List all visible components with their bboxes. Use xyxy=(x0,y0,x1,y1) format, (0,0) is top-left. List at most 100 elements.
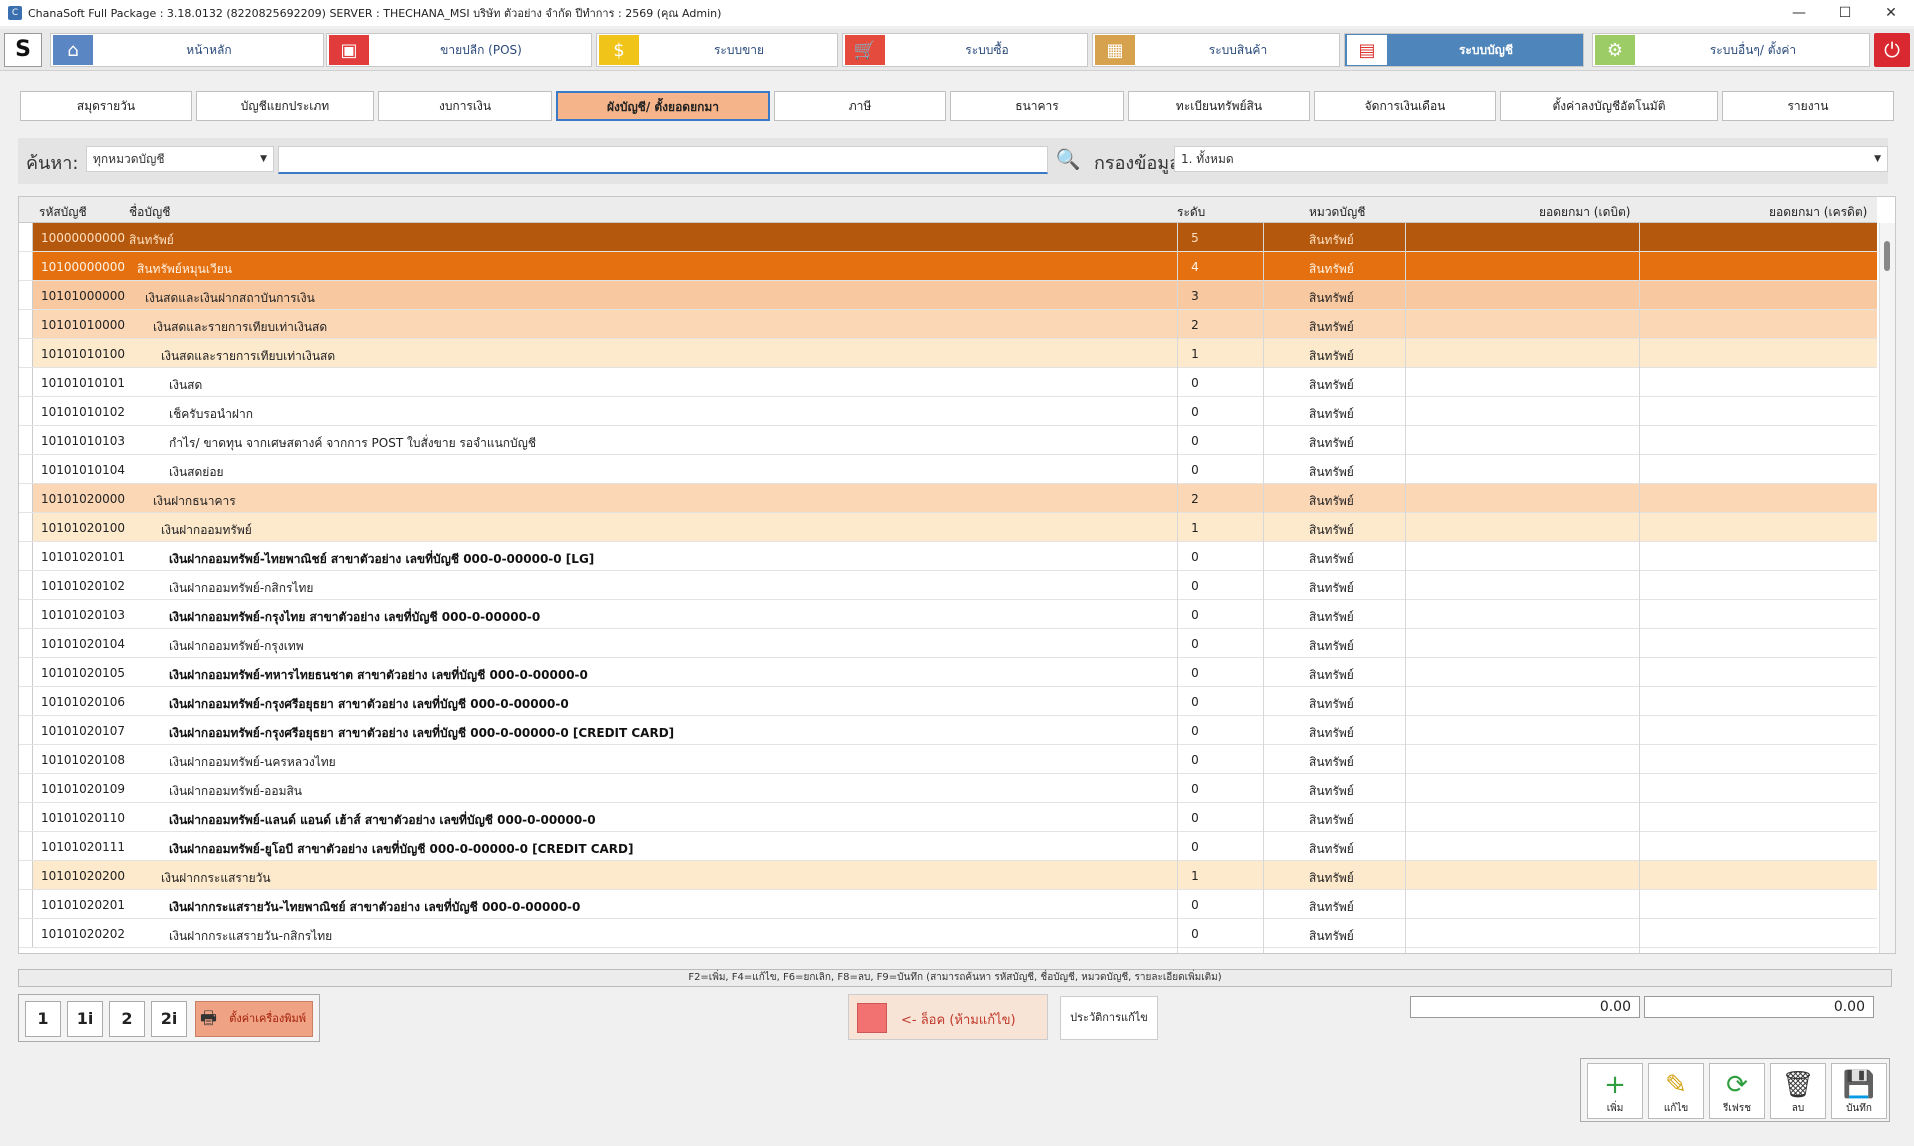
row-selector[interactable] xyxy=(19,339,33,367)
row-selector[interactable] xyxy=(19,223,33,251)
row-selector[interactable] xyxy=(19,687,33,715)
tab-7[interactable]: ทะเบียนทรัพย์สิน xyxy=(1128,91,1310,121)
table-row[interactable]: 10101020107 เงินฝากออมทรัพย์-กรุงศรีอยุธย… xyxy=(19,716,1877,745)
action-button-5[interactable]: 💾 บันทึก xyxy=(1831,1063,1887,1119)
print-preview-1-button[interactable]: 1i xyxy=(67,1001,103,1037)
header-category[interactable]: หมวดบัญชี xyxy=(1309,203,1365,222)
header-debit[interactable]: ยอดยกมา (เดบิต) xyxy=(1539,203,1630,222)
row-selector[interactable] xyxy=(19,774,33,802)
close-button[interactable]: ✕ xyxy=(1868,0,1914,26)
print-preview-2-button[interactable]: 2i xyxy=(151,1001,187,1037)
table-row[interactable]: 10101020110 เงินฝากออมทรัพย์-แลนด์ แอนด์ … xyxy=(19,803,1877,832)
row-selector[interactable] xyxy=(19,542,33,570)
table-row[interactable]: 10101020104 เงินฝากออมทรัพย์-กรุงเทพ 0 สินท… xyxy=(19,629,1877,658)
vertical-scrollbar[interactable] xyxy=(1879,223,1895,953)
menu-item-4[interactable]: 🛒 ระบบซื้อ xyxy=(842,33,1088,67)
table-row[interactable]: 10101010100 เงินสดและรายการเทียบเท่าเงินส… xyxy=(19,339,1877,368)
row-selector[interactable] xyxy=(19,426,33,454)
table-row[interactable]: 10101020102 เงินฝากออมทรัพย์-กสิกรไทย 0 สิน… xyxy=(19,571,1877,600)
tab-6[interactable]: ธนาคาร xyxy=(950,91,1124,121)
header-code[interactable]: รหัสบัญชี xyxy=(39,203,87,222)
account-level: 0 xyxy=(1191,405,1199,419)
action-button-4[interactable]: 🗑 ลบ xyxy=(1770,1063,1826,1119)
table-row[interactable]: 10000000000 สินทรัพย์ 5 สินทรัพย์ xyxy=(19,223,1877,252)
row-selector[interactable] xyxy=(19,803,33,831)
row-selector[interactable] xyxy=(19,252,33,280)
search-icon[interactable]: 🔍 xyxy=(1054,144,1082,174)
table-row[interactable]: 10101020108 เงินฝากออมทรัพย์-นครหลวงไทย 0 ส… xyxy=(19,745,1877,774)
row-selector[interactable] xyxy=(19,716,33,744)
tab-9[interactable]: ตั้งค่าลงบัญชีอัตโนมัติ xyxy=(1500,91,1718,121)
menu-item-6[interactable]: ▤ ระบบบัญชี xyxy=(1344,33,1584,67)
table-row[interactable]: 10101020105 เงินฝากออมทรัพย์-ทหารไทยธนชาต… xyxy=(19,658,1877,687)
table-row[interactable]: 10101020111 เงินฝากออมทรัพย์-ยูโอบี สาขาต… xyxy=(19,832,1877,861)
filter-select[interactable]: 1. ทั้งหมด ▼ xyxy=(1174,146,1888,172)
row-selector[interactable] xyxy=(19,281,33,309)
maximize-button[interactable]: ☐ xyxy=(1822,0,1868,26)
table-row[interactable]: 10101020106 เงินฝากออมทรัพย์-กรุงศรีอยุธย… xyxy=(19,687,1877,716)
print-1-button[interactable]: 1 xyxy=(25,1001,61,1037)
table-row[interactable]: 10100000000 สินทรัพย์หมุนเวียน 4 สินทรัพย์ xyxy=(19,252,1877,281)
print-2-button[interactable]: 2 xyxy=(109,1001,145,1037)
menu-item-2[interactable]: ▣ ขายปลีก (POS) xyxy=(326,33,592,67)
table-row[interactable]: 10101020200 เงินฝากกระแสรายวัน 1 สินทรัพย์ xyxy=(19,861,1877,890)
account-code: 10101010103 xyxy=(41,434,125,448)
table-row[interactable]: 10101010104 เงินสดย่อย 0 สินทรัพย์ xyxy=(19,455,1877,484)
table-row[interactable]: 10101020201 เงินฝากกระแสรายวัน-ไทยพาณิชย์… xyxy=(19,890,1877,919)
tab-4[interactable]: ผังบัญชี/ ตั้งยอดยกมา xyxy=(556,91,770,121)
table-row[interactable]: 10101000000 เงินสดและเงินฝากสถาบันการเงิน… xyxy=(19,281,1877,310)
table-row[interactable]: 10101010101 เงินสด 0 สินทรัพย์ xyxy=(19,368,1877,397)
row-selector[interactable] xyxy=(19,600,33,628)
tab-1[interactable]: สมุดรายวัน xyxy=(20,91,192,121)
row-selector[interactable] xyxy=(19,368,33,396)
menu-item-5[interactable]: ▦ ระบบสินค้า xyxy=(1092,33,1340,67)
row-selector[interactable] xyxy=(19,513,33,541)
scrollbar-thumb[interactable] xyxy=(1884,241,1890,271)
table-row[interactable]: 10101010102 เช็ครับรอนำฝาก 0 สินทรัพย์ xyxy=(19,397,1877,426)
table-row[interactable]: 10101020202 เงินฝากกระแสรายวัน-กสิกรไทย 0 ส… xyxy=(19,919,1877,948)
row-selector[interactable] xyxy=(19,571,33,599)
table-row[interactable]: 10101020101 เงินฝากออมทรัพย์-ไทยพาณิชย์ ส… xyxy=(19,542,1877,571)
action-button-3[interactable]: ⟳ รีเฟรช xyxy=(1709,1063,1765,1119)
chanasoft-logo-icon[interactable]: S xyxy=(4,33,42,67)
row-selector[interactable] xyxy=(19,310,33,338)
tab-8[interactable]: จัดการเงินเดือน xyxy=(1314,91,1496,121)
row-selector[interactable] xyxy=(19,484,33,512)
table-row[interactable]: 10101020103 เงินฝากออมทรัพย์-กรุงไทย สาขา… xyxy=(19,600,1877,629)
table-row[interactable]: 10101020109 เงินฝากออมทรัพย์-ออมสิน 0 สินทร… xyxy=(19,774,1877,803)
menu-item-3[interactable]: $ ระบบขาย xyxy=(596,33,838,67)
tab-3[interactable]: งบการเงิน xyxy=(378,91,552,121)
menu-item-1[interactable]: ⌂ หน้าหลัก xyxy=(50,33,324,67)
header-name[interactable]: ชื่อบัญชี xyxy=(129,203,170,222)
lock-checkbox[interactable] xyxy=(857,1003,887,1033)
tab-10[interactable]: รายงาน xyxy=(1722,91,1894,121)
row-selector[interactable] xyxy=(19,832,33,860)
action-button-2[interactable]: ✎ แก้ไข xyxy=(1648,1063,1704,1119)
minimize-button[interactable]: — xyxy=(1776,0,1822,26)
row-selector[interactable] xyxy=(19,861,33,889)
table-row[interactable]: 10101020000 เงินฝากธนาคาร 2 สินทรัพย์ xyxy=(19,484,1877,513)
tab-2[interactable]: บัญชีแยกประเภท xyxy=(196,91,374,121)
header-level[interactable]: ระดับ xyxy=(1177,203,1205,222)
row-selector[interactable] xyxy=(19,397,33,425)
menu-item-7[interactable]: ⚙ ระบบอื่นๆ/ ตั้งค่า xyxy=(1592,33,1870,67)
tab-5[interactable]: ภาษี xyxy=(774,91,946,121)
row-selector[interactable] xyxy=(19,658,33,686)
action-button-1[interactable]: + เพิ่ม xyxy=(1587,1063,1643,1119)
row-selector[interactable] xyxy=(19,919,33,947)
category-select[interactable]: ทุกหมวดบัญชี ▼ xyxy=(86,146,274,172)
header-credit[interactable]: ยอดยกมา (เครดิต) xyxy=(1769,203,1867,222)
power-icon[interactable]: ⏻ xyxy=(1874,33,1910,67)
search-input[interactable] xyxy=(278,146,1048,174)
lock-toggle[interactable]: <- ล็อค (ห้ามแก้ไข) xyxy=(848,994,1048,1040)
printer-settings-button[interactable]: 🖶 ตั้งค่าเครื่องพิมพ์ xyxy=(195,1001,313,1037)
row-selector[interactable] xyxy=(19,890,33,918)
row-selector[interactable] xyxy=(19,455,33,483)
home-icon: ⌂ xyxy=(53,35,93,65)
row-selector[interactable] xyxy=(19,629,33,657)
row-selector[interactable] xyxy=(19,745,33,773)
table-row[interactable]: 10101020100 เงินฝากออมทรัพย์ 1 สินทรัพย์ xyxy=(19,513,1877,542)
table-row[interactable]: 10101010000 เงินสดและรายการเทียบเท่าเงินส… xyxy=(19,310,1877,339)
edit-history-button[interactable]: ประวัติการแก้ไข xyxy=(1060,996,1158,1040)
table-row[interactable]: 10101010103 กำไร/ ขาดทุน จากเศษสตางค์ จาก… xyxy=(19,426,1877,455)
